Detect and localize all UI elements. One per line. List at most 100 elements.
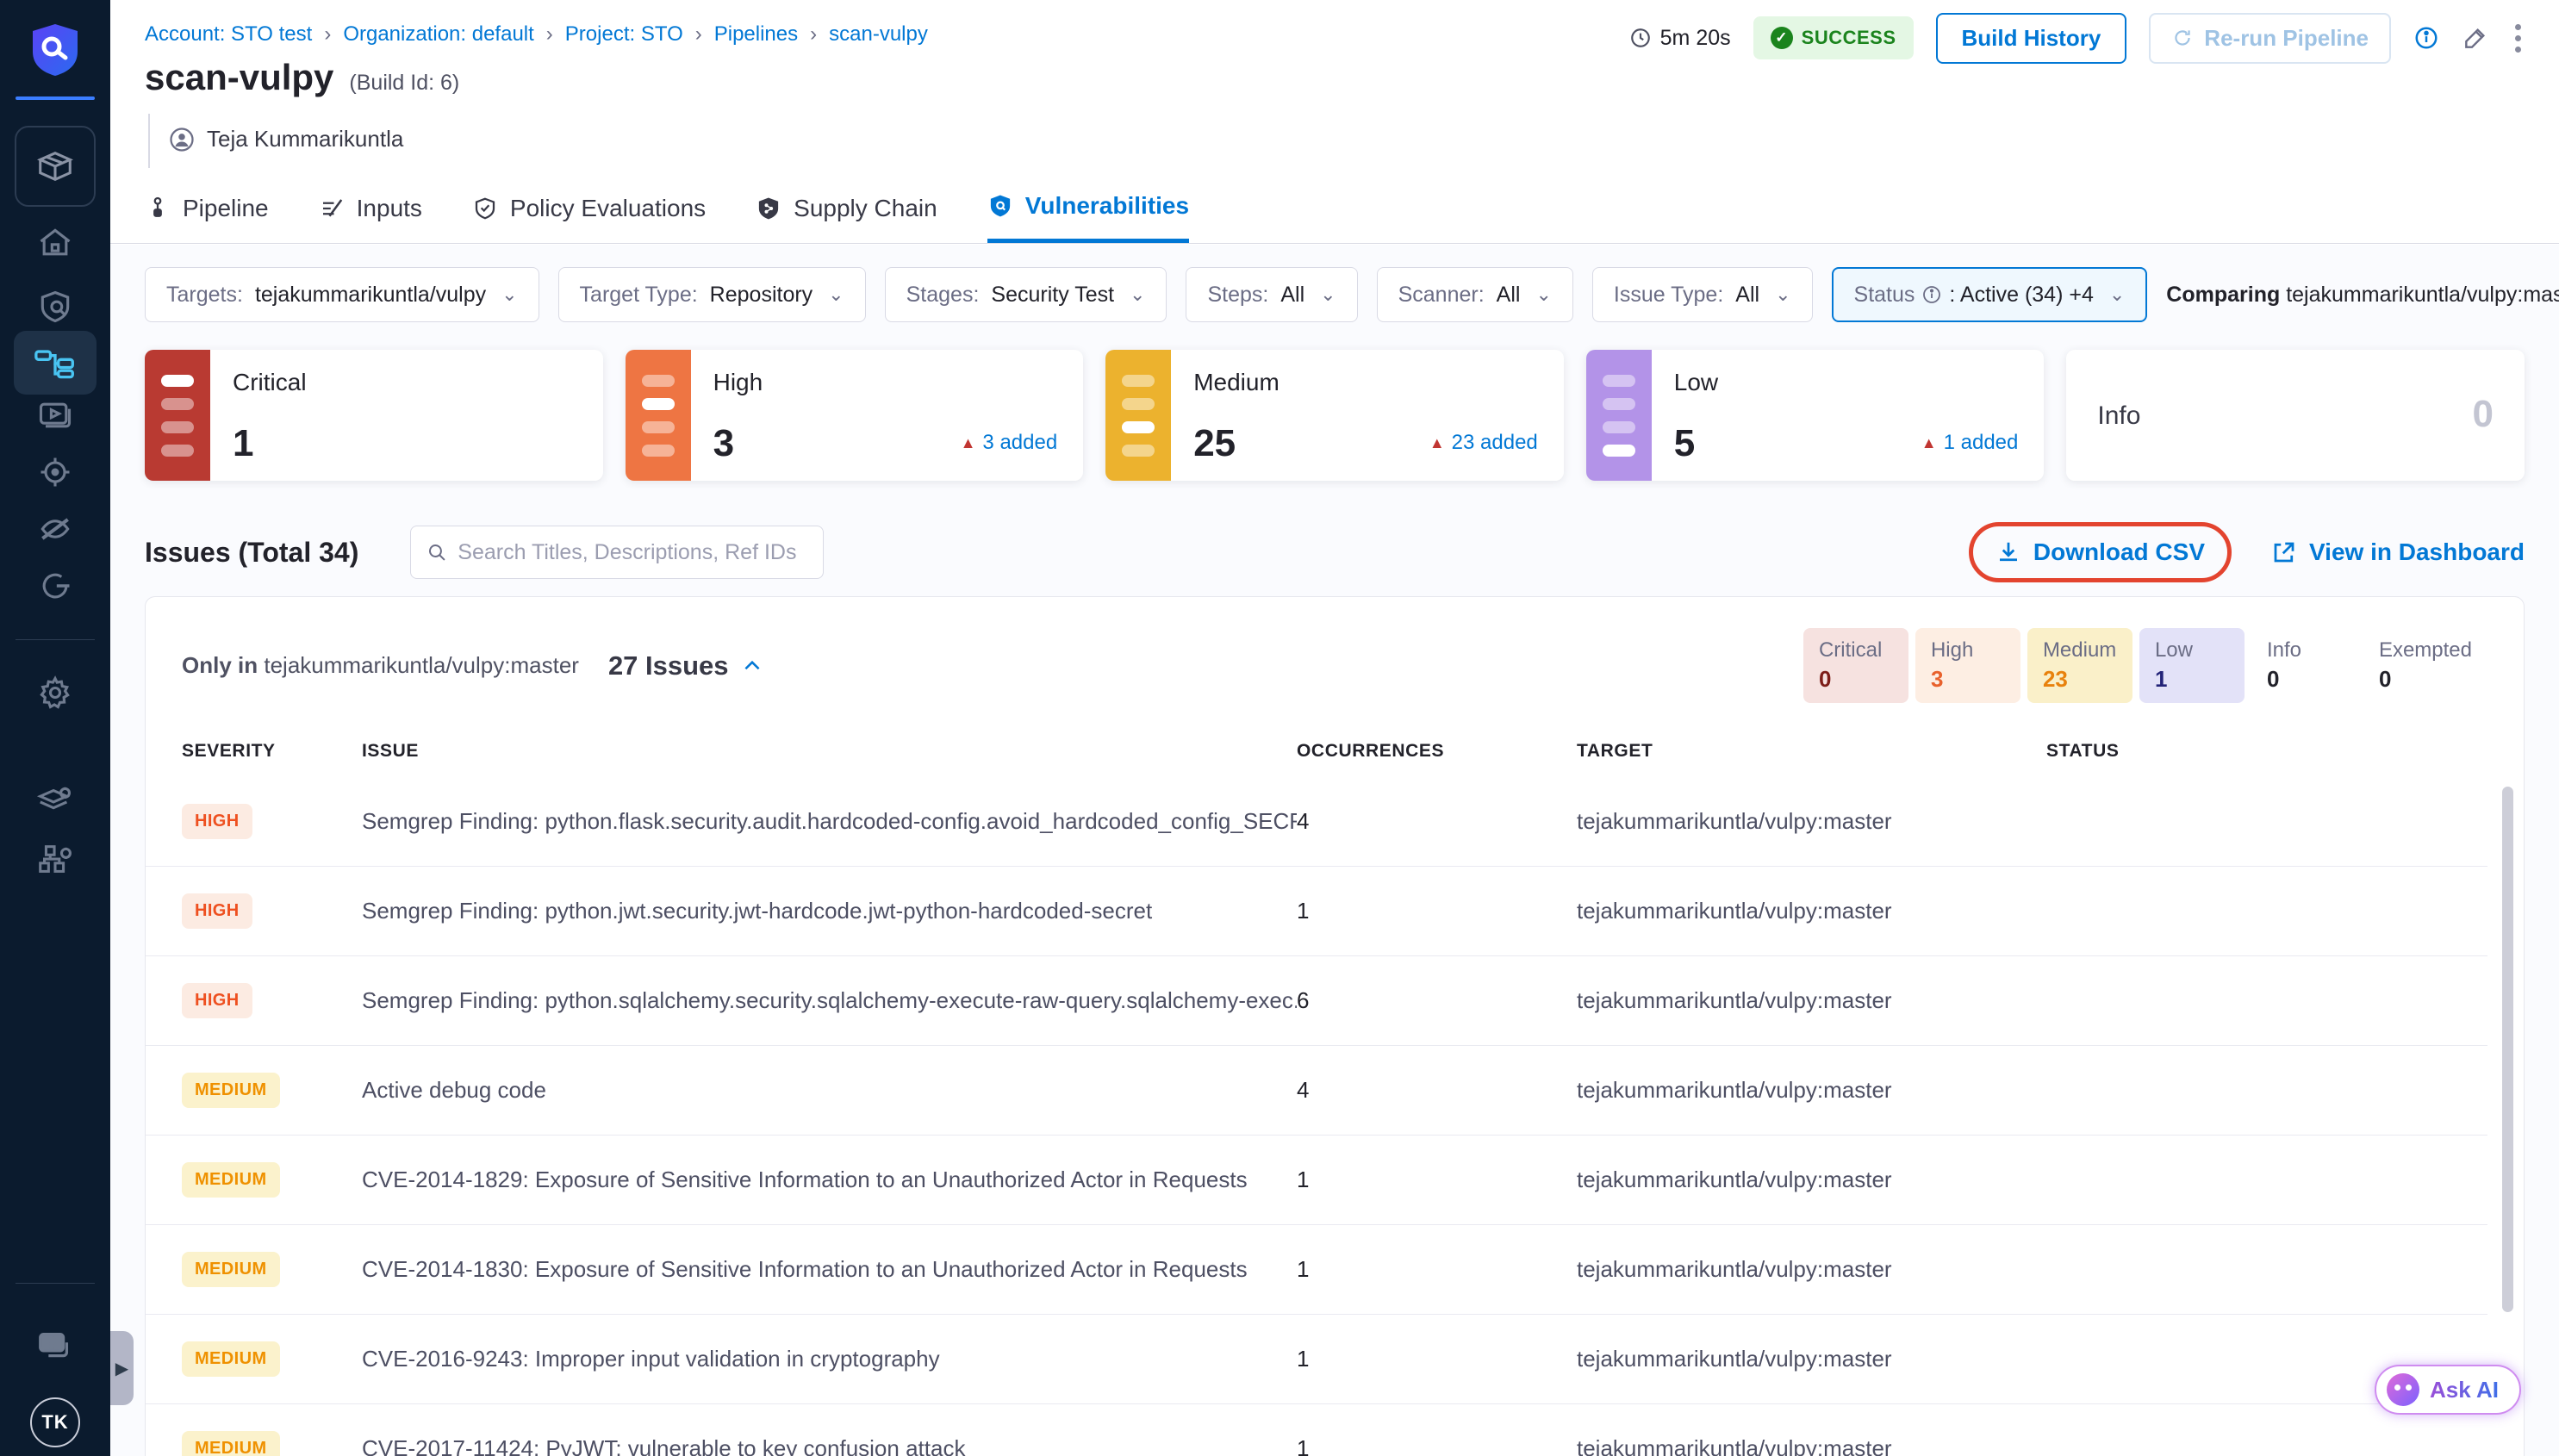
filter-issue-type[interactable]: Issue Type:All⌄ (1592, 267, 1813, 322)
issues-search[interactable] (410, 526, 824, 579)
user-avatar[interactable]: TK (30, 1397, 80, 1447)
occurrences: 1 (1297, 1167, 1577, 1193)
breadcrumb-project[interactable]: Project: STO (565, 22, 683, 47)
help-chat-icon: ? (35, 1328, 75, 1367)
table-scrollbar[interactable] (2502, 787, 2513, 1312)
target: tejakummarikuntla/vulpy:master (1577, 1167, 2046, 1193)
issue-title: Active debug code (362, 1077, 1297, 1104)
pill-high[interactable]: High3 (1915, 628, 2020, 703)
sidebar-item-home[interactable] (0, 215, 110, 271)
filter-status[interactable]: Status : Active (34) +4⌄ (1832, 267, 2148, 322)
pill-medium[interactable]: Medium23 (2027, 628, 2132, 703)
sidebar-item-settings[interactable] (0, 665, 110, 720)
breadcrumb-separator: › (324, 22, 331, 47)
author-name: Teja Kummarikuntla (207, 126, 403, 152)
sidebar-expand-handle[interactable]: ▶ (110, 1331, 134, 1405)
occurrences: 1 (1297, 1256, 1577, 1283)
layers-gear-icon (35, 781, 75, 821)
sidebar-item-targets[interactable] (0, 445, 110, 500)
pill-exempted[interactable]: Exempted0 (2363, 628, 2487, 703)
issue-title: CVE-2016-9243: Improper input validation… (362, 1346, 1297, 1372)
view-in-dashboard-button[interactable]: View in Dashboard (2271, 538, 2525, 566)
sidebar-item-default-settings[interactable] (0, 774, 110, 829)
status-badge: ✓ SUCCESS (1753, 16, 1914, 59)
table-row[interactable]: HIGH Semgrep Finding: python.flask.secur… (146, 777, 2487, 867)
table-row[interactable]: MEDIUM Active debug code 4 tejakummariku… (146, 1046, 2487, 1136)
filter-steps[interactable]: Steps:All⌄ (1186, 267, 1357, 322)
tab-vulnerabilities[interactable]: Vulnerabilities (987, 192, 1189, 243)
breadcrumb-account[interactable]: Account: STO test (145, 22, 312, 47)
pill-low[interactable]: Low1 (2139, 628, 2245, 703)
table-row[interactable]: MEDIUM CVE-2014-1830: Exposure of Sensit… (146, 1225, 2487, 1315)
severity-badge: MEDIUM (182, 1341, 280, 1377)
severity-badge: MEDIUM (182, 1162, 280, 1198)
info-icon[interactable] (2413, 25, 2439, 51)
tab-inputs[interactable]: Inputs (319, 192, 422, 243)
pill-critical[interactable]: Critical0 (1803, 628, 1908, 703)
filter-target-type[interactable]: Target Type:Repository⌄ (558, 267, 866, 322)
shield-nodes-icon (756, 196, 781, 221)
occurrences: 4 (1297, 808, 1577, 835)
breadcrumb-pipelines[interactable]: Pipelines (714, 22, 798, 47)
table-row[interactable]: HIGH Semgrep Finding: python.sqlalchemy.… (146, 956, 2487, 1046)
issues-panel: Only in tejakummarikuntla/vulpy:master 2… (145, 596, 2525, 1456)
org-gear-icon (35, 840, 75, 880)
table-row[interactable]: MEDIUM CVE-2016-9243: Improper input val… (146, 1315, 2487, 1404)
search-icon (426, 541, 447, 563)
sidebar-divider (16, 639, 95, 640)
sidebar: ? TK (0, 0, 110, 1456)
search-input[interactable] (458, 540, 807, 565)
table-header: SEVERITYISSUEOCCURRENCESTARGETSTATUS (146, 703, 2487, 777)
pill-info[interactable]: Info0 (2251, 628, 2357, 703)
breadcrumb-separator: › (695, 22, 702, 47)
table-row[interactable]: MEDIUM CVE-2014-1829: Exposure of Sensit… (146, 1136, 2487, 1225)
card-critical[interactable]: Critical 1 (145, 350, 603, 481)
filter-scanner[interactable]: Scanner:All⌄ (1377, 267, 1573, 322)
tab-policy-evaluations[interactable]: Policy Evaluations (472, 192, 706, 243)
card-medium[interactable]: Medium 25 ▲23 added (1105, 350, 1564, 481)
tab-pipeline[interactable]: Pipeline (145, 192, 269, 243)
check-icon: ✓ (1771, 27, 1793, 49)
tab-supply-chain[interactable]: Supply Chain (756, 192, 937, 243)
sidebar-item-org-settings[interactable] (0, 832, 110, 887)
chevron-down-icon: ⌄ (1775, 283, 1790, 306)
table-row[interactable]: MEDIUM CVE-2017-11424: PyJWT: vulnerable… (146, 1404, 2487, 1456)
filter-stages[interactable]: Stages:Security Test⌄ (885, 267, 1167, 322)
breadcrumb-pipeline-name[interactable]: scan-vulpy (829, 22, 928, 47)
sidebar-item-get-started[interactable] (0, 558, 110, 613)
sidebar-item-scans[interactable] (0, 279, 110, 334)
triangle-up-icon: ▲ (1921, 434, 1937, 452)
build-history-button[interactable]: Build History (1936, 13, 2127, 64)
issues-count-toggle[interactable]: 27 Issues (608, 650, 763, 681)
breadcrumb-org[interactable]: Organization: default (343, 22, 533, 47)
download-csv-button[interactable]: Download CSV (1996, 538, 2205, 566)
module-selector-button[interactable] (15, 126, 96, 207)
edit-pipeline-icon[interactable] (2462, 24, 2489, 52)
table-row[interactable]: HIGH Semgrep Finding: python.jwt.securit… (146, 867, 2487, 956)
severity-badge: MEDIUM (182, 1431, 280, 1456)
added-link[interactable]: ▲23 added (1429, 431, 1538, 455)
sidebar-item-help[interactable]: ? (0, 1320, 110, 1375)
severity-badge: HIGH (182, 983, 252, 1018)
card-high[interactable]: High 3 ▲3 added (626, 350, 1084, 481)
occurrences: 1 (1297, 1435, 1577, 1456)
card-info[interactable]: Info 0 (2066, 350, 2525, 481)
build-id-label: (Build Id: 6) (349, 71, 459, 96)
issue-title: CVE-2014-1829: Exposure of Sensitive Inf… (362, 1167, 1297, 1193)
clock-icon (1629, 27, 1652, 49)
issue-title: Semgrep Finding: python.jwt.security.jwt… (362, 898, 1297, 924)
sidebar-item-hidden[interactable] (0, 501, 110, 557)
rerun-pipeline-button[interactable]: Re-run Pipeline (2149, 13, 2391, 64)
added-link[interactable]: ▲3 added (961, 431, 1058, 455)
filter-targets[interactable]: Targets:tejakummarikuntla/vulpy⌄ (145, 267, 539, 322)
content-area: Targets:tejakummarikuntla/vulpy⌄ Target … (110, 245, 2559, 1456)
user-icon (169, 127, 195, 152)
more-options-icon[interactable] (2512, 21, 2525, 56)
ask-ai-button[interactable]: Ask AI (2375, 1365, 2521, 1415)
card-low[interactable]: Low 5 ▲1 added (1586, 350, 2045, 481)
occurrences: 1 (1297, 1346, 1577, 1372)
added-link[interactable]: ▲1 added (1921, 431, 2019, 455)
sidebar-item-executions[interactable] (0, 388, 110, 443)
filter-row: Targets:tejakummarikuntla/vulpy⌄ Target … (145, 267, 2559, 322)
sidebar-item-pipelines-active[interactable] (14, 331, 97, 395)
